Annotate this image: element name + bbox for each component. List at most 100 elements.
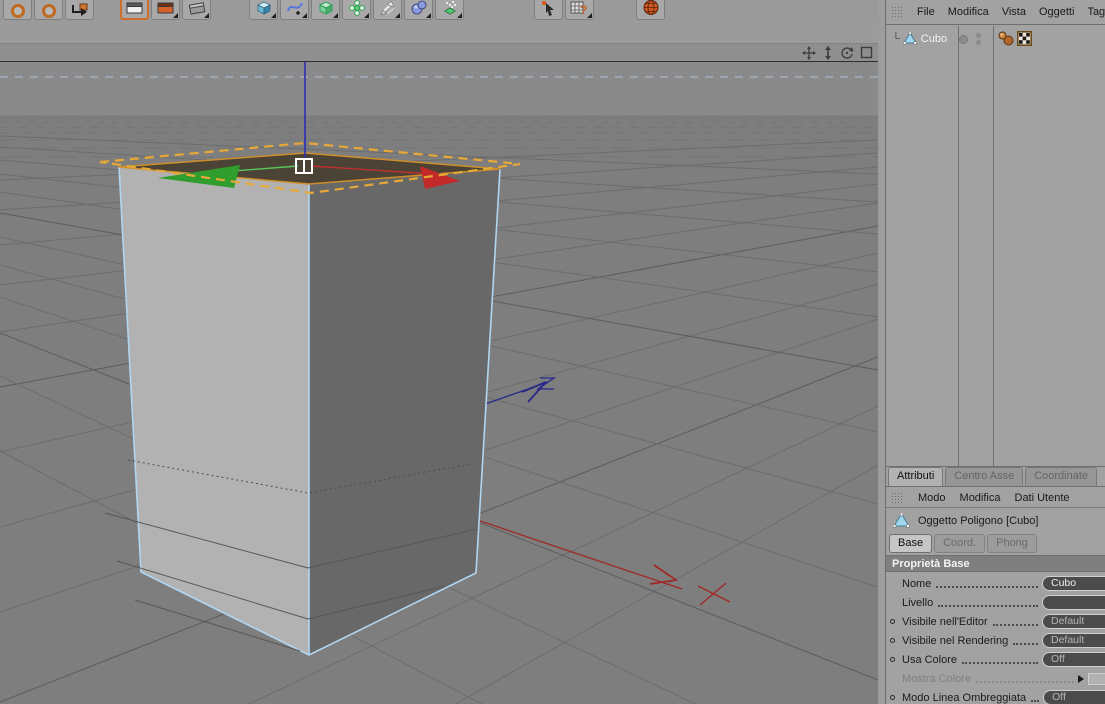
right-panel: File Modifica Vista Oggetti Tag └ Cubo A… — [885, 0, 1105, 704]
visibile-rendering-dropdown[interactable]: Default — [1042, 633, 1105, 648]
drag-grip-icon[interactable] — [891, 6, 904, 18]
render-view-icon — [126, 2, 143, 14]
add-array-button[interactable] — [342, 0, 371, 20]
animatable-dot-icon[interactable] — [890, 695, 895, 700]
maximize-view-icon — [860, 46, 872, 59]
object-row-cubo[interactable]: └ Cubo — [886, 27, 1105, 50]
undo-icon — [10, 3, 25, 18]
field-label: Visibile nell'Editor — [902, 615, 988, 628]
array-icon — [348, 0, 365, 16]
particle-emitter-icon — [443, 1, 456, 15]
pan-view-button[interactable] — [801, 45, 817, 60]
tab-coordinate[interactable]: Coordinate — [1025, 467, 1098, 486]
redo-button[interactable] — [34, 0, 63, 20]
attribute-subtabs: Base Coord. Phong — [886, 532, 1105, 554]
toolbar-spacer — [0, 21, 878, 43]
viewport-canvas[interactable] — [0, 62, 879, 704]
render-picture-viewer-button[interactable] — [151, 0, 180, 20]
field-livello: Livello — [886, 593, 1105, 612]
livello-input[interactable] — [1042, 595, 1105, 610]
render-visibility-dot-top[interactable] — [976, 33, 981, 38]
tree-branch-glyph: └ — [892, 32, 900, 45]
spline-icon — [286, 2, 303, 15]
object-tree[interactable]: └ Cubo — [886, 26, 1105, 467]
field-label: Usa Colore — [902, 653, 958, 666]
add-spline-button[interactable] — [280, 0, 309, 20]
om-menu-vista[interactable]: Vista — [1002, 6, 1026, 18]
field-label: Mostra Colore — [902, 672, 972, 685]
add-deformer-button[interactable] — [373, 0, 402, 20]
field-label: Nome — [902, 577, 932, 590]
object-manager-menubar: File Modifica Vista Oggetti Tag — [886, 0, 1105, 25]
globe-icon — [643, 0, 658, 15]
selection-tool-button[interactable] — [534, 0, 563, 20]
visibile-editor-dropdown[interactable]: Default — [1042, 614, 1105, 629]
field-label: Livello — [902, 596, 934, 609]
selection-cursor-icon — [541, 1, 554, 16]
cube-object — [118, 152, 501, 656]
add-particles-button[interactable] — [435, 0, 464, 20]
subtab-base[interactable]: Base — [889, 533, 933, 553]
usa-colore-dropdown[interactable]: Off — [1042, 652, 1105, 667]
attribute-manager-tabs: Attributi Centro Asse Coordinate — [886, 467, 1105, 487]
field-usa-colore: Usa Colore Off — [886, 650, 1105, 669]
modo-linea-dropdown[interactable]: Off — [1043, 690, 1105, 704]
om-menu-oggetti[interactable]: Oggetti — [1039, 6, 1074, 18]
expand-arrow-icon[interactable] — [1078, 674, 1084, 683]
zoom-view-button[interactable] — [820, 45, 836, 60]
polygon-object-icon — [902, 32, 917, 45]
undo-button[interactable] — [3, 0, 32, 20]
application-window: ? File Modifica Vista Oggetti Tag └ Cubo… — [0, 0, 1105, 704]
field-label: Visibile nel Rendering — [902, 634, 1009, 647]
browser-button[interactable] — [636, 0, 665, 20]
subtab-phong[interactable]: Phong — [987, 533, 1037, 553]
add-primitive-button[interactable] — [249, 0, 278, 20]
am-menu-modo[interactable]: Modo — [918, 492, 946, 504]
field-visibile-editor: Visibile nell'Editor Default — [886, 612, 1105, 631]
rotate-view-icon — [841, 46, 854, 59]
main-toolbar: ? — [0, 0, 878, 21]
coordinates-icon — [72, 3, 88, 16]
pan-view-icon — [802, 45, 816, 60]
tab-attributi[interactable]: Attributi — [888, 467, 944, 486]
om-menu-tag[interactable]: Tag — [1087, 6, 1105, 18]
editor-visibility-dot[interactable] — [959, 35, 968, 44]
om-menu-file[interactable]: File — [917, 6, 935, 18]
animatable-dot-icon[interactable] — [890, 638, 895, 643]
drag-grip-icon[interactable] — [891, 491, 904, 504]
section-header[interactable]: Proprietà Base — [886, 555, 1105, 572]
render-visibility-dot-bottom[interactable] — [976, 40, 981, 45]
am-menu-modifica[interactable]: Modifica — [960, 492, 1001, 504]
tab-centro-asse[interactable]: Centro Asse — [945, 467, 1024, 486]
field-modo-linea-ombreggiata: Modo Linea Ombreggiata Off — [886, 688, 1105, 704]
field-label: Modo Linea Ombreggiata — [902, 691, 1027, 704]
maximize-view-button[interactable] — [858, 45, 874, 60]
attribute-manager-menubar: Modo Modifica Dati Utente — [886, 488, 1105, 508]
rotate-view-button[interactable] — [839, 45, 855, 60]
phong-tag-icon[interactable] — [998, 31, 1014, 46]
subtab-coord[interactable]: Coord. — [934, 533, 986, 553]
coordinates-tool-button[interactable] — [65, 0, 94, 20]
om-menu-modifica[interactable]: Modifica — [948, 6, 989, 18]
polygon-object-icon — [893, 513, 910, 528]
generator-cube-icon — [318, 1, 333, 15]
primitive-cube-icon — [256, 1, 271, 15]
field-mostra-colore: Mostra Colore — [886, 669, 1105, 688]
am-menu-dati-utente[interactable]: Dati Utente — [1015, 492, 1070, 504]
redo-icon — [41, 3, 56, 18]
nome-input[interactable]: Cubo — [1042, 576, 1105, 591]
object-name[interactable]: Cubo — [921, 33, 947, 45]
animatable-dot-icon[interactable] — [890, 657, 895, 662]
field-nome: Nome Cubo — [886, 574, 1105, 593]
render-view-button[interactable] — [120, 0, 149, 20]
add-generator-button[interactable] — [311, 0, 340, 20]
uvw-tag-icon[interactable] — [1017, 31, 1032, 46]
field-visibile-rendering: Visibile nel Rendering Default — [886, 631, 1105, 650]
add-metaball-button[interactable] — [404, 0, 433, 20]
animatable-dot-icon[interactable] — [890, 619, 895, 624]
mostra-colore-swatch[interactable] — [1088, 672, 1105, 685]
attribute-object-header: Oggetto Poligono [Cubo] — [886, 509, 1105, 532]
metaball-icon — [411, 0, 426, 15]
render-settings-button[interactable] — [182, 0, 211, 20]
structure-help-button[interactable]: ? — [565, 0, 594, 20]
